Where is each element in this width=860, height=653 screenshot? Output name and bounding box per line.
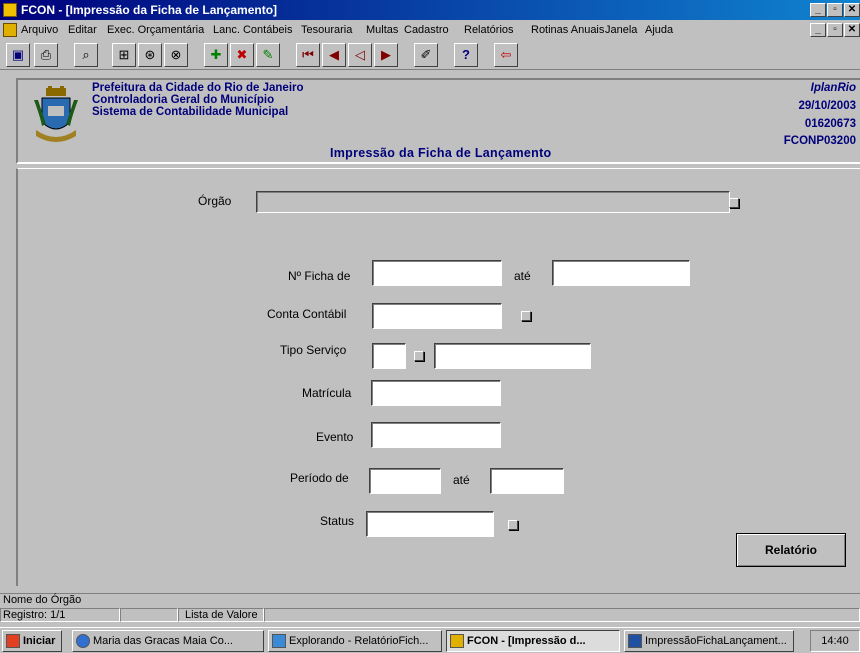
- first-record-icon[interactable]: ⏮: [296, 43, 320, 67]
- enter-query-icon[interactable]: ⊞: [112, 43, 136, 67]
- app-icon: [3, 3, 17, 17]
- edit-icon[interactable]: ✐: [414, 43, 438, 67]
- next-record-icon[interactable]: ▶: [374, 43, 398, 67]
- menu-bar: Arquivo Editar Exec. Orçamentária Lanc. …: [0, 20, 860, 40]
- taskbar-item-word[interactable]: ImpressãoFichaLançament...: [624, 630, 794, 652]
- status-cell-rest: [264, 608, 860, 622]
- menu-rotinas-anuais[interactable]: Rotinas Anuais: [531, 24, 604, 36]
- tipo-servico-lov-button[interactable]: [414, 351, 424, 361]
- explorer-icon: [272, 634, 286, 649]
- evento-field[interactable]: [371, 422, 501, 448]
- record-indicator: Registro: 1/1: [0, 608, 120, 622]
- menu-relatorios[interactable]: Relatórios: [464, 24, 514, 36]
- minimize-button[interactable]: _: [810, 3, 826, 17]
- menu-arquivo[interactable]: Arquivo: [21, 24, 58, 36]
- window-title: FCON - [Impressão da Ficha de Lançamento…: [21, 3, 278, 17]
- header-date: 29/10/2003: [798, 100, 856, 112]
- form-header: Prefeitura da Cidade do Rio de Janeiro C…: [16, 78, 860, 164]
- ficha-ate-field[interactable]: [552, 260, 690, 286]
- status-field[interactable]: [366, 511, 494, 537]
- form-area: Órgão Nº Ficha de até Conta Contábil Tip…: [16, 168, 860, 586]
- status-lov-button[interactable]: [508, 520, 518, 530]
- close-button[interactable]: ✕: [844, 3, 860, 17]
- evento-label: Evento: [316, 430, 354, 444]
- title-bar[interactable]: FCON - [Impressão da Ficha de Lançamento…: [0, 0, 860, 20]
- taskbar-item-browser[interactable]: Maria das Gracas Maia Co...: [72, 630, 264, 652]
- system-clock: 14:40: [810, 630, 860, 652]
- child-close-button[interactable]: ✕: [844, 23, 860, 37]
- child-minimize-button[interactable]: _: [810, 23, 826, 37]
- maximize-button[interactable]: ▫: [827, 3, 843, 17]
- tipo-servico-code-field[interactable]: [372, 343, 406, 369]
- lov-indicator: Lista de Valore: [178, 608, 264, 622]
- status-cell-blank: [120, 608, 178, 622]
- form-id: FCONP03200: [783, 135, 856, 147]
- matricula-field[interactable]: [371, 380, 501, 406]
- delete-record-icon[interactable]: ✖: [230, 43, 254, 67]
- taskbar-item-label: Maria das Gracas Maia Co...: [93, 635, 233, 647]
- taskbar-item-explorer[interactable]: Explorando - RelatórioFich...: [268, 630, 442, 652]
- periodo-de-field[interactable]: [369, 468, 441, 494]
- matricula-label: Matrícula: [302, 386, 352, 400]
- form-title: Impressão da Ficha de Lançamento: [330, 146, 552, 160]
- previous-block-icon[interactable]: ◀: [322, 43, 346, 67]
- menu-janela[interactable]: Janela: [605, 24, 637, 36]
- taskbar-item-fcon[interactable]: FCON - [Impressão d...: [446, 630, 620, 652]
- conta-label: Conta Contábil: [267, 307, 347, 321]
- word-document-icon: [628, 634, 642, 649]
- conta-field[interactable]: [372, 303, 502, 329]
- tipo-servico-desc-field[interactable]: [434, 343, 591, 369]
- periodo-ate-field[interactable]: [490, 468, 564, 494]
- browser-icon: [76, 634, 90, 649]
- menu-lanc-contabeis[interactable]: Lanc. Contábeis: [213, 24, 293, 36]
- org-line-2: Controladoria Geral do Município: [92, 94, 275, 106]
- company-name: IplanRio: [810, 82, 856, 94]
- relatorio-button[interactable]: Relatório: [736, 533, 846, 567]
- org-line-1: Prefeitura da Cidade do Rio de Janeiro: [92, 82, 304, 94]
- taskbar-item-label: ImpressãoFichaLançament...: [645, 635, 787, 647]
- help-icon[interactable]: ?: [454, 43, 478, 67]
- orgao-lov-button[interactable]: [729, 198, 739, 208]
- print-icon[interactable]: ⎙: [34, 43, 58, 67]
- start-label: Iniciar: [23, 635, 56, 647]
- insert-record-icon[interactable]: ✚: [204, 43, 228, 67]
- conta-lov-button[interactable]: [521, 311, 531, 321]
- menu-multas[interactable]: Multas: [366, 24, 398, 36]
- menu-tesouraria[interactable]: Tesouraria: [301, 24, 352, 36]
- document-icon[interactable]: [3, 23, 17, 37]
- header-code: 01620673: [804, 118, 856, 130]
- city-coat-of-arms-icon: [34, 86, 78, 142]
- taskbar-item-label: FCON - [Impressão d...: [467, 635, 586, 647]
- ficha-de-field[interactable]: [372, 260, 502, 286]
- orgao-label: Órgão: [198, 194, 232, 208]
- menu-exec-orcamentaria[interactable]: Exec. Orçamentária: [107, 24, 204, 36]
- execute-query-icon[interactable]: ⊛: [138, 43, 162, 67]
- taskbar: Iniciar Maria das Gracas Maia Co... Expl…: [0, 627, 860, 653]
- start-button[interactable]: Iniciar: [2, 630, 62, 652]
- tipo-servico-label: Tipo Serviço: [280, 343, 347, 357]
- hint-line: Nome do Órgão: [0, 593, 860, 607]
- clear-record-icon[interactable]: ✎: [256, 43, 280, 67]
- child-restore-button[interactable]: ▫: [827, 23, 843, 37]
- exit-icon[interactable]: ⇦: [494, 43, 518, 67]
- ficha-label: Nº Ficha de: [288, 269, 351, 283]
- windows-logo-icon: [6, 634, 20, 649]
- cancel-query-icon[interactable]: ⊗: [164, 43, 188, 67]
- ficha-ate-label: até: [514, 269, 531, 283]
- menu-cadastro[interactable]: Cadastro: [404, 24, 449, 36]
- query-icon[interactable]: ⌕: [74, 43, 98, 67]
- status-label: Status: [320, 514, 355, 528]
- status-bar: Registro: 1/1 Lista de Valore: [0, 607, 860, 623]
- orgao-field[interactable]: [256, 191, 730, 213]
- taskbar-item-label: Explorando - RelatórioFich...: [289, 635, 429, 647]
- previous-record-icon[interactable]: ◁: [348, 43, 372, 67]
- save-icon[interactable]: ▣: [6, 43, 30, 67]
- periodo-ate-label: até: [453, 473, 470, 487]
- org-line-3: Sistema de Contabilidade Municipal: [92, 106, 289, 118]
- menu-ajuda[interactable]: Ajuda: [645, 24, 673, 36]
- menu-editar[interactable]: Editar: [68, 24, 97, 36]
- fcon-icon: [450, 634, 464, 649]
- toolbar: ▣ ⎙ ⌕ ⊞ ⊛ ⊗ ✚ ✖ ✎ ⏮ ◀ ◁ ▶ ✐ ? ⇦: [0, 40, 860, 70]
- periodo-label: Período de: [290, 471, 349, 485]
